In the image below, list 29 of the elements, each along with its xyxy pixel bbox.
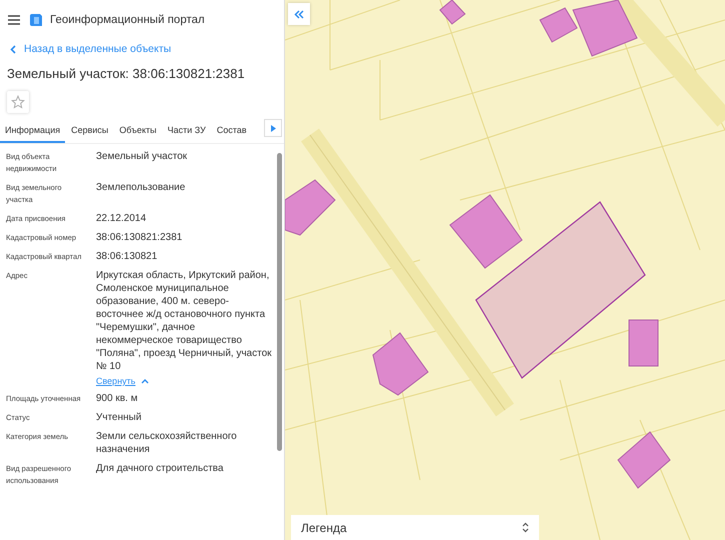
field-value: Учтенный: [96, 411, 142, 424]
field-value: Землепользование: [96, 181, 186, 194]
collapse-panel-button[interactable]: [288, 3, 310, 25]
field-value: 38:06:130821: [96, 250, 158, 263]
favorite-button[interactable]: [7, 91, 29, 113]
field-value: 38:06:130821:2381: [96, 231, 184, 244]
expand-collapse-icon: [522, 522, 529, 533]
chevron-left-icon: [10, 44, 16, 54]
app-title: Геоинформационный портал: [50, 14, 205, 26]
field-value: Земли сельскохозяйственного назначения: [96, 430, 238, 456]
tab[interactable]: Информация: [0, 121, 66, 143]
logo-icon: [30, 13, 42, 27]
caret-right-icon: [270, 124, 276, 132]
object-title: Земельный участок: 38:06:130821:2381: [7, 66, 246, 81]
tab[interactable]: Состав: [212, 121, 252, 143]
field-value: 900 кв. м: [96, 392, 139, 405]
field-value: Земельный участок: [96, 150, 188, 163]
tab[interactable]: Объекты: [114, 121, 162, 143]
double-chevron-left-icon: [294, 10, 304, 18]
field-value: Иркутская область, Иркутский район, Смоленское муниципальное образование, 400 м. северо-восточнее ж/д остановочного пункта "Черемушки", дачное некоммерческое товарищество "Поляна", проезд Черничный, участок № 10: [96, 269, 272, 373]
chevron-up-icon: [141, 378, 150, 384]
tab[interactable]: Сервисы: [66, 121, 114, 143]
tab[interactable]: Части ЗУ: [162, 121, 211, 143]
legend-title: Легенда: [301, 520, 347, 534]
field-value: 22.12.2014: [96, 212, 148, 225]
scroll-right-button[interactable]: [264, 119, 282, 137]
menu-icon[interactable]: [8, 15, 20, 25]
legend-panel[interactable]: Легенда: [291, 515, 539, 540]
field-value: Для дачного строительства: [96, 462, 224, 475]
